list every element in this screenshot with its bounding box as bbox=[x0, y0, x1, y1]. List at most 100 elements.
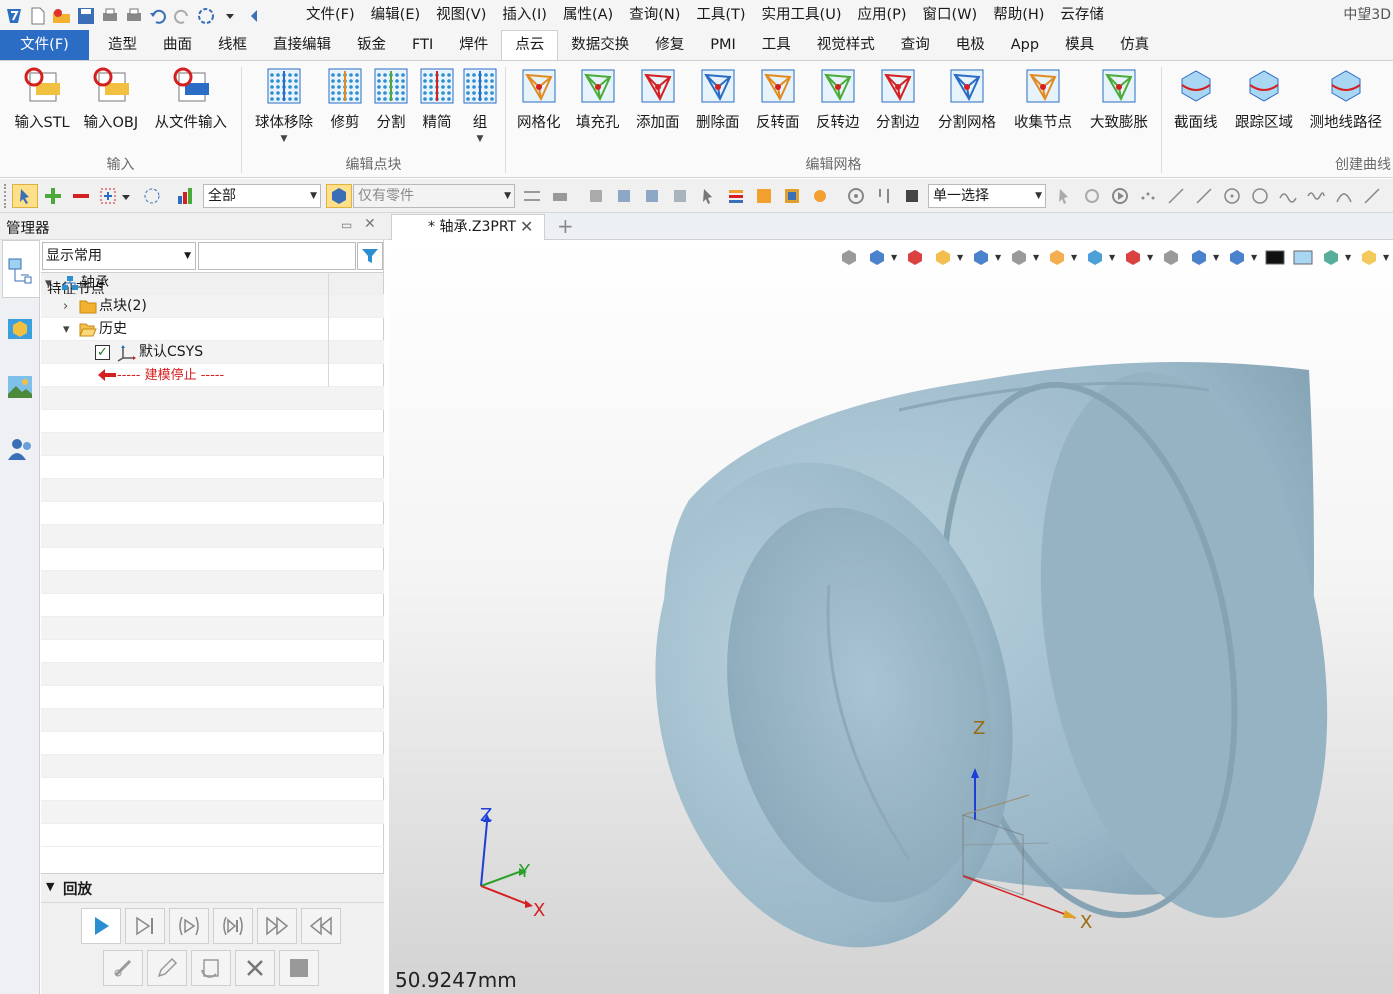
chevron-down-icon[interactable]: ▼ bbox=[1033, 253, 1043, 262]
document-tab[interactable]: * 轴承.Z3PRT ✕ bbox=[391, 214, 545, 240]
menu-item[interactable]: 视图(V) bbox=[428, 0, 494, 31]
display-icon[interactable] bbox=[1223, 245, 1251, 269]
ribbon-button[interactable]: 精简 bbox=[417, 65, 457, 132]
stop-icon[interactable] bbox=[902, 186, 922, 206]
ribbon-tab[interactable]: FTI bbox=[399, 31, 446, 60]
pin-panel-icon[interactable]: ▭ bbox=[341, 218, 352, 232]
ribbon-tab[interactable]: 仿真 bbox=[1107, 31, 1162, 60]
cube-icon[interactable] bbox=[967, 245, 995, 269]
print-icon[interactable] bbox=[550, 186, 570, 206]
menu-item[interactable]: 帮助(H) bbox=[985, 0, 1052, 31]
chevron-down-icon[interactable]: ▼ bbox=[1345, 253, 1355, 262]
tool-icon[interactable] bbox=[586, 186, 606, 206]
chevron-down-icon[interactable]: ▼ bbox=[1109, 253, 1119, 262]
curve-icon[interactable] bbox=[1278, 186, 1298, 206]
chevron-down-icon[interactable]: ▼ bbox=[1251, 253, 1261, 262]
line-icon[interactable] bbox=[1166, 186, 1186, 206]
measure-icon[interactable] bbox=[1185, 245, 1213, 269]
cancel-button[interactable] bbox=[235, 950, 275, 986]
select-mode-combo[interactable]: 单一选择 ▼ bbox=[928, 184, 1046, 208]
points-icon[interactable] bbox=[1138, 186, 1158, 206]
print-icon[interactable] bbox=[100, 6, 120, 26]
gear-icon[interactable] bbox=[1082, 186, 1102, 206]
ribbon-button[interactable]: 截面线 bbox=[1174, 65, 1218, 132]
tool-icon[interactable] bbox=[614, 186, 634, 206]
tree-row[interactable]: ----- 建模停止 ----- bbox=[41, 364, 384, 387]
file-menu-button[interactable]: 文件(F) bbox=[0, 30, 89, 60]
ribbon-button[interactable]: 反转边 bbox=[816, 65, 860, 132]
filter-icon[interactable] bbox=[357, 242, 383, 270]
ribbon-button[interactable]: 删除面 bbox=[696, 65, 740, 132]
layers-icon[interactable] bbox=[1317, 245, 1345, 269]
ribbon-tab[interactable]: 焊件 bbox=[446, 31, 501, 60]
redo-icon[interactable] bbox=[172, 6, 192, 26]
ribbon-tab[interactable]: 钣金 bbox=[344, 31, 399, 60]
ribbon-tab[interactable]: 修复 bbox=[642, 31, 697, 60]
step-forward-button[interactable] bbox=[125, 908, 165, 944]
play-button[interactable] bbox=[81, 908, 121, 944]
ribbon-button[interactable]: 输入OBJ bbox=[84, 65, 138, 132]
ribbon-button[interactable]: 跟踪区域 bbox=[1235, 65, 1293, 132]
link-icon[interactable] bbox=[810, 186, 830, 206]
chevron-down-icon[interactable]: ▼ bbox=[995, 253, 1005, 262]
menu-item[interactable]: 应用(P) bbox=[849, 0, 914, 31]
ribbon-button[interactable]: 大致膨胀 bbox=[1090, 65, 1148, 132]
tool-icon[interactable] bbox=[670, 186, 690, 206]
display-filter-combo[interactable]: 显示常用 ▼ bbox=[42, 242, 196, 270]
menu-item[interactable]: 属性(A) bbox=[555, 0, 621, 31]
ribbon-button[interactable]: 修剪 bbox=[325, 65, 365, 132]
ribbon-tab[interactable]: App bbox=[998, 31, 1052, 60]
fast-forward-button[interactable] bbox=[257, 908, 297, 944]
link-button[interactable] bbox=[103, 950, 143, 986]
ribbon-tab[interactable]: 直接编辑 bbox=[260, 31, 344, 60]
tree-search-input[interactable] bbox=[198, 242, 356, 270]
gear-icon[interactable] bbox=[846, 186, 866, 206]
rewind-button[interactable] bbox=[301, 908, 341, 944]
3d-viewport[interactable]: Z Y X Z X ▼ ▼ ▼ ▼ ▼ ▼ ▼ ▼ ▼ ▼ ▼ bbox=[389, 240, 1393, 994]
circle-center-icon[interactable] bbox=[1222, 186, 1242, 206]
play-circle-icon[interactable] bbox=[1110, 186, 1130, 206]
chevron-down-icon[interactable]: ▼ bbox=[891, 253, 901, 262]
regen-icon[interactable] bbox=[196, 6, 216, 26]
chevron-down-icon[interactable]: ▼ bbox=[477, 134, 484, 144]
blue-swatch[interactable] bbox=[1289, 245, 1317, 269]
lasso-icon[interactable] bbox=[142, 186, 162, 206]
history-tab[interactable] bbox=[2, 240, 39, 298]
print-preview-icon[interactable] bbox=[124, 6, 144, 26]
collapse-icon[interactable]: ▼ bbox=[46, 880, 54, 893]
zoom-fit-icon[interactable] bbox=[1157, 245, 1185, 269]
expand-toggle-icon[interactable]: ▾ bbox=[63, 318, 77, 341]
arc-icon[interactable] bbox=[1334, 186, 1354, 206]
ribbon-tab[interactable]: 点云 bbox=[501, 30, 559, 60]
menu-item[interactable]: 实用工具(U) bbox=[754, 0, 850, 31]
ribbon-button[interactable]: 输入STL bbox=[15, 65, 70, 132]
image-tab-icon[interactable] bbox=[5, 372, 35, 406]
appearance-icon[interactable] bbox=[1081, 245, 1109, 269]
dropdown-icon[interactable] bbox=[220, 6, 240, 26]
circle-icon[interactable] bbox=[1250, 186, 1270, 206]
layers-icon[interactable] bbox=[726, 186, 746, 206]
undo-icon[interactable] bbox=[148, 6, 168, 26]
app-logo-icon[interactable] bbox=[4, 6, 24, 26]
ribbon-tab[interactable]: 查询 bbox=[888, 31, 943, 60]
tool-icon[interactable] bbox=[642, 186, 662, 206]
open-file-icon[interactable] bbox=[52, 6, 72, 26]
chevron-down-icon[interactable]: ▼ bbox=[1147, 253, 1157, 262]
measure-icon[interactable] bbox=[522, 186, 542, 206]
ribbon-button[interactable]: 反转面 bbox=[756, 65, 800, 132]
line-icon[interactable] bbox=[1194, 186, 1214, 206]
cube-icon[interactable] bbox=[782, 186, 802, 206]
chevron-down-icon[interactable]: ▼ bbox=[281, 134, 288, 144]
scope-combo[interactable]: 仅有零件 ▼ bbox=[353, 184, 515, 208]
menu-item[interactable]: 插入(I) bbox=[494, 0, 555, 31]
ribbon-button[interactable]: 网格化 bbox=[517, 65, 561, 132]
chevron-down-icon[interactable]: ▼ bbox=[1213, 253, 1223, 262]
tree-row[interactable]: ▾ 历史 bbox=[41, 318, 384, 341]
ribbon-button[interactable]: 分割 bbox=[371, 65, 411, 132]
menu-item[interactable]: 云存储 bbox=[1052, 0, 1112, 31]
menu-item[interactable]: 窗口(W) bbox=[915, 0, 986, 31]
part-filter-icon[interactable] bbox=[326, 184, 352, 208]
ribbon-tab[interactable]: 线框 bbox=[205, 31, 260, 60]
filter-chart-icon[interactable] bbox=[176, 186, 196, 206]
expand-toggle-icon[interactable]: › bbox=[63, 295, 77, 318]
